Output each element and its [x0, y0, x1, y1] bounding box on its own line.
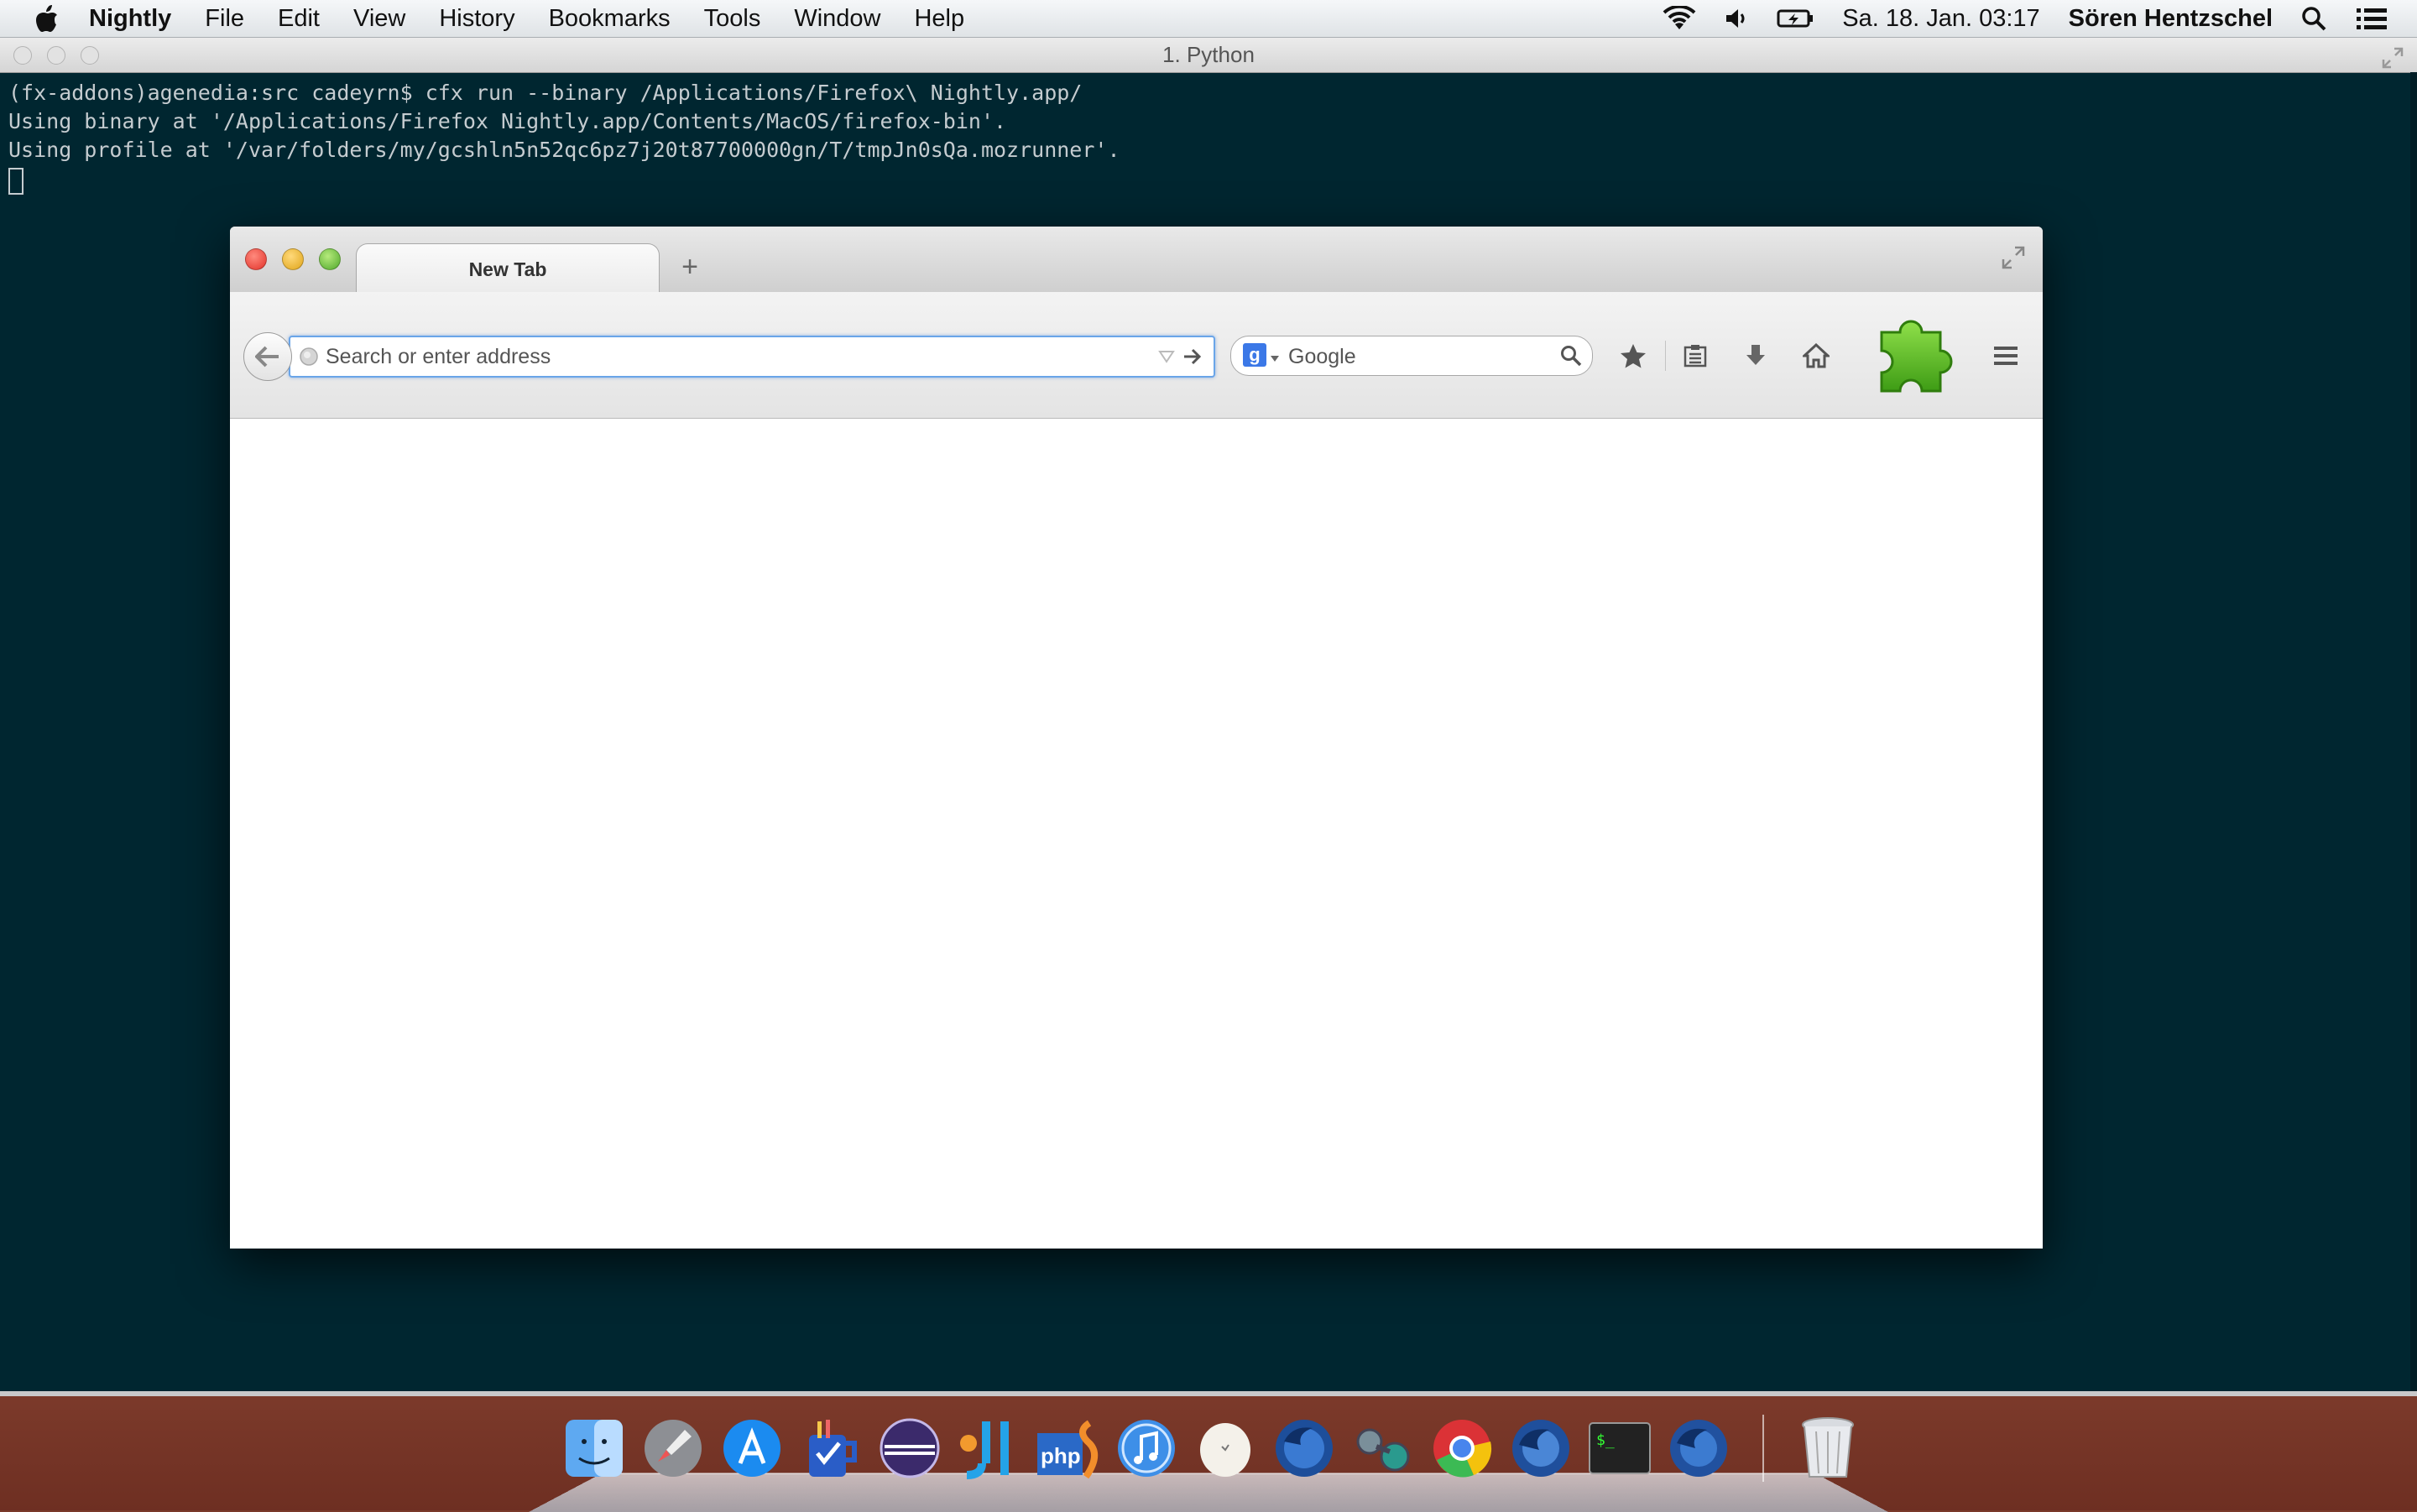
app-egg-icon[interactable] [1193, 1415, 1257, 1482]
hamburger-menu-icon[interactable] [1989, 339, 2023, 373]
menu-bar: Nightly File Edit View History Bookmarks… [0, 0, 2417, 38]
fullscreen-icon[interactable] [2001, 245, 2026, 270]
tab-bar: New Tab + [230, 227, 2043, 295]
terminal-close-button[interactable] [13, 46, 32, 65]
launchpad-icon[interactable] [641, 1415, 705, 1482]
firefox-close-button[interactable] [245, 248, 267, 270]
terminal-window-controls [13, 46, 99, 65]
back-button[interactable] [243, 332, 292, 381]
menu-history[interactable]: History [439, 5, 514, 33]
url-bar[interactable] [289, 336, 1215, 378]
terminal-line: Using binary at '/Applications/Firefox N… [8, 109, 1007, 133]
tab-new-tab[interactable]: New Tab [356, 243, 660, 295]
app-store-icon[interactable] [720, 1415, 784, 1482]
search-icon[interactable] [1560, 345, 1582, 367]
wifi-icon[interactable] [1663, 6, 1696, 31]
puzzle-addon-icon[interactable] [1861, 305, 1971, 414]
terminal-output[interactable]: (fx-addons)agenedia:src cadeyrn$ cfx run… [8, 79, 1120, 195]
clock[interactable]: Sa. 18. Jan. 03:17 [1842, 5, 2039, 33]
apple-icon[interactable] [30, 2, 64, 35]
fullscreen-icon[interactable] [2382, 44, 2404, 69]
terminal-cursor [8, 168, 23, 195]
user-name[interactable]: Sören Hentzschel [2069, 5, 2273, 33]
eclipse-icon[interactable] [878, 1415, 942, 1482]
finder-icon[interactable] [562, 1415, 626, 1482]
menu-help[interactable]: Help [914, 5, 964, 33]
bookmark-star-icon[interactable] [1616, 339, 1650, 373]
itunes-icon[interactable] [1115, 1415, 1178, 1482]
volume-icon[interactable] [1725, 8, 1748, 29]
terminal-zoom-button[interactable] [81, 46, 99, 65]
battery-icon[interactable] [1777, 8, 1814, 29]
go-arrow-icon[interactable] [1182, 346, 1203, 368]
back-arrow-icon [255, 346, 279, 368]
new-tab-button[interactable]: + [675, 252, 705, 282]
terminal-titlebar[interactable]: 1. Python [0, 37, 2417, 73]
search-bar[interactable]: g [1230, 336, 1593, 376]
firefox-minimize-button[interactable] [282, 248, 304, 270]
svg-text:php: php [1041, 1443, 1081, 1468]
app-binoculars-icon[interactable] [1351, 1415, 1415, 1482]
terminal-line: (fx-addons)agenedia:src cadeyrn$ cfx run… [8, 81, 1083, 105]
things-icon[interactable] [799, 1415, 863, 1482]
tab-title: New Tab [468, 258, 547, 280]
terminal-line: Using profile at '/var/folders/my/gcshln… [8, 138, 1120, 162]
home-icon[interactable] [1799, 339, 1833, 373]
trash-icon[interactable] [1796, 1415, 1860, 1482]
app-menu-nightly[interactable]: Nightly [89, 5, 171, 33]
menu-bookmarks[interactable]: Bookmarks [549, 5, 671, 33]
menu-view[interactable]: View [353, 5, 405, 33]
menu-edit[interactable]: Edit [278, 5, 320, 33]
terminal-bottom-edge [0, 1391, 2417, 1396]
terminal-title: 1. Python [1162, 42, 1255, 67]
dock: php $_ [529, 1408, 1888, 1512]
terminal-scrollbar[interactable] [2410, 72, 2417, 1396]
globe-icon [299, 347, 319, 367]
firefox-aurora-icon[interactable] [1509, 1415, 1573, 1482]
firefox-nightly-icon[interactable] [1272, 1415, 1336, 1482]
firefox-window: New Tab + g [230, 227, 2043, 1249]
svg-text:$_: $_ [1596, 1431, 1615, 1449]
terminal-icon[interactable]: $_ [1588, 1415, 1652, 1482]
downloads-icon[interactable] [1739, 339, 1772, 373]
notification-center-icon[interactable] [2355, 6, 2388, 31]
firefox-zoom-button[interactable] [319, 248, 341, 270]
bookmarks-menu-icon[interactable] [1678, 339, 1712, 373]
page-content[interactable] [230, 419, 2043, 1249]
firefox-window-controls [245, 248, 341, 270]
spotlight-icon[interactable] [2301, 6, 2326, 31]
terminal-minimize-button[interactable] [47, 46, 65, 65]
menu-window[interactable]: Window [794, 5, 880, 33]
engine-dropdown-icon[interactable] [1270, 352, 1280, 362]
google-engine-icon[interactable]: g [1243, 343, 1266, 367]
chrome-icon[interactable] [1430, 1415, 1494, 1482]
navigation-toolbar: g [230, 292, 2043, 419]
toolbar-separator [1665, 341, 1666, 371]
menu-file[interactable]: File [205, 5, 244, 33]
history-dropdown-icon[interactable] [1158, 349, 1175, 364]
firefox-icon[interactable] [1667, 1415, 1731, 1482]
search-input[interactable] [1287, 342, 1542, 372]
menu-tools[interactable]: Tools [704, 5, 761, 33]
phpstorm-icon[interactable]: php [1036, 1415, 1099, 1482]
dock-divider [1762, 1415, 1764, 1482]
jetbrains-icon[interactable] [957, 1415, 1021, 1482]
url-input[interactable] [324, 341, 1133, 373]
